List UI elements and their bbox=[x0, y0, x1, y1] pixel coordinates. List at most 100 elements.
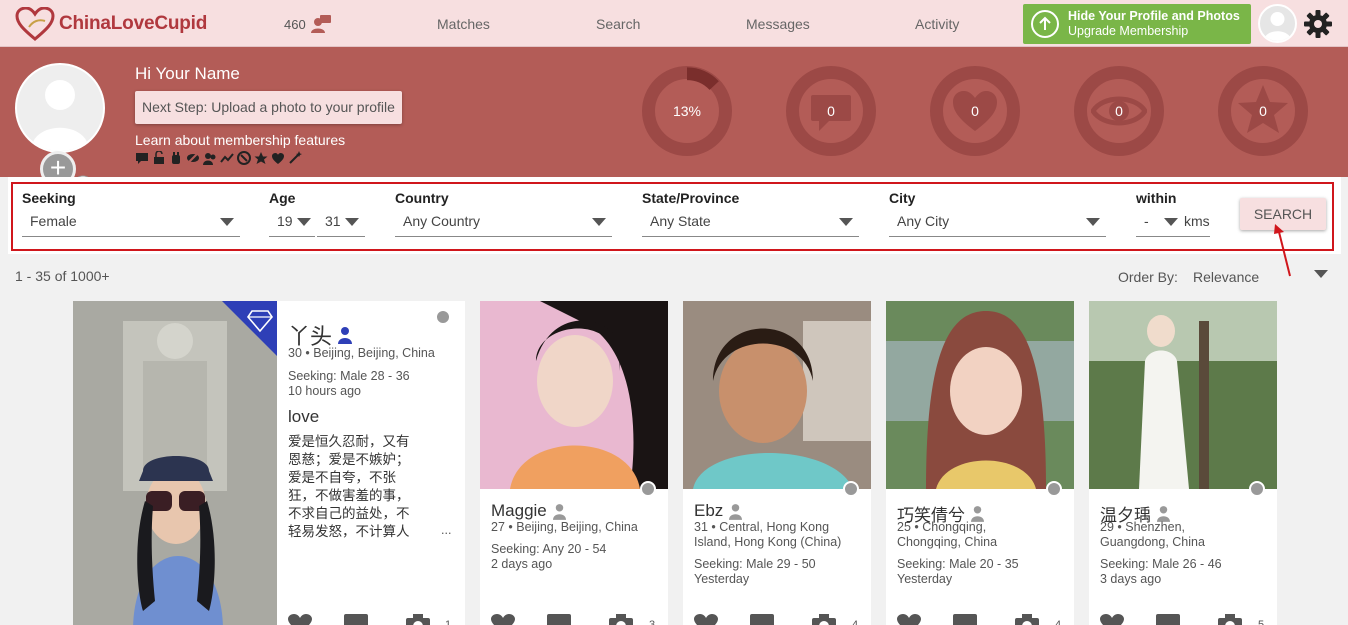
online-status-dot bbox=[1046, 481, 1062, 497]
nav-matches[interactable]: Matches bbox=[437, 16, 490, 32]
camera-icon[interactable] bbox=[811, 613, 837, 625]
profile-name[interactable]: Ebz bbox=[694, 501, 743, 521]
annotation-arrow bbox=[1274, 224, 1291, 277]
hearts-icon bbox=[271, 151, 285, 165]
views-ring[interactable]: 0 bbox=[1074, 66, 1164, 156]
user-verified-icon bbox=[338, 327, 353, 344]
profile-location-2: Chongqing, China bbox=[897, 535, 998, 549]
eye-off-icon bbox=[186, 151, 200, 165]
profile-photo[interactable] bbox=[886, 301, 1074, 489]
camera-icon[interactable] bbox=[405, 613, 431, 625]
my-avatar[interactable] bbox=[15, 63, 105, 153]
seeking-value: Female bbox=[30, 213, 77, 229]
seeking-select[interactable]: Female bbox=[22, 207, 240, 237]
profile-card[interactable]: 巧笑倩兮 25 • Chongqing, Chongqing, China Se… bbox=[886, 301, 1074, 625]
profile-photo[interactable] bbox=[1089, 301, 1277, 489]
user-silhouette-icon bbox=[31, 80, 89, 151]
order-by-label: Order By: bbox=[1118, 269, 1178, 285]
interest-ring[interactable]: 0 bbox=[1218, 66, 1308, 156]
completion-percent: 13% bbox=[672, 103, 702, 119]
interest-counter[interactable]: 460 bbox=[284, 14, 332, 34]
within-value: - bbox=[1144, 213, 1149, 229]
learn-membership-link[interactable]: Learn about membership features bbox=[135, 132, 345, 148]
profile-location: 27 • Beijing, Beijing, China bbox=[491, 520, 638, 534]
views-count: 0 bbox=[1115, 103, 1123, 119]
bio-line: 狂，不做害羞的事， bbox=[288, 488, 410, 503]
profile-photo[interactable] bbox=[683, 301, 871, 489]
heart-icon[interactable] bbox=[693, 613, 719, 625]
profile-last-active: Yesterday bbox=[897, 572, 953, 586]
messages-ring[interactable]: 0 bbox=[786, 66, 876, 156]
online-status-dot bbox=[843, 481, 859, 497]
order-by-select[interactable]: Relevance bbox=[1193, 269, 1259, 285]
feature-icons bbox=[135, 150, 302, 165]
unlock-icon bbox=[152, 150, 166, 165]
profile-avatar[interactable] bbox=[1258, 4, 1297, 43]
camera-icon[interactable] bbox=[1217, 613, 1243, 625]
users-icon bbox=[310, 15, 331, 33]
within-label: within bbox=[1136, 190, 1177, 206]
premium-ribbon bbox=[222, 301, 277, 356]
upgrade-button[interactable]: Hide Your Profile and Photos Upgrade Mem… bbox=[1023, 4, 1251, 44]
chevron-down-icon bbox=[297, 218, 311, 226]
profile-last-active: 3 days ago bbox=[1100, 572, 1162, 586]
favorites-ring[interactable]: 0 bbox=[930, 66, 1020, 156]
profile-card[interactable]: 温夕瑀 29 • Shenzhen, Guangdong, China Seek… bbox=[1089, 301, 1277, 625]
age-field: Age 19 31 bbox=[269, 190, 365, 237]
upgrade-title: Hide Your Profile and Photos bbox=[1068, 9, 1240, 23]
nav-activity[interactable]: Activity bbox=[915, 16, 959, 32]
photo-count: 3 bbox=[649, 619, 656, 625]
users-icon bbox=[203, 151, 217, 165]
profile-card[interactable]: Maggie 27 • Beijing, Beijing, China Seek… bbox=[480, 301, 668, 625]
profile-bio: 爱是恒久忍耐，又有 恩慈；爱是不嫉妒； 爱是不自夸，不张 狂，不做害羞的事， 不… bbox=[288, 433, 410, 541]
message-icon[interactable] bbox=[1155, 613, 1181, 625]
within-select[interactable]: - bbox=[1136, 207, 1180, 237]
photo-count: 5 bbox=[1258, 619, 1265, 625]
message-icon[interactable] bbox=[749, 613, 775, 625]
profile-hero: + Hi Your Name Next Step: Upload a photo… bbox=[0, 47, 1348, 197]
heart-icon[interactable] bbox=[490, 613, 516, 625]
profile-photo[interactable] bbox=[480, 301, 668, 489]
age-max-select[interactable]: 31 bbox=[317, 207, 365, 237]
profile-last-active: Yesterday bbox=[694, 572, 750, 586]
nav-search[interactable]: Search bbox=[596, 16, 640, 32]
city-select[interactable]: Any City bbox=[889, 207, 1106, 237]
message-icon[interactable] bbox=[343, 613, 369, 625]
profile-seeking: Seeking: Male 28 - 36 bbox=[288, 369, 410, 383]
state-select[interactable]: Any State bbox=[642, 207, 859, 237]
chevron-down-icon[interactable] bbox=[1314, 270, 1328, 278]
next-step-button[interactable]: Next Step: Upload a photo to your profil… bbox=[135, 91, 402, 124]
state-value: Any State bbox=[650, 213, 711, 229]
age-label: Age bbox=[269, 190, 296, 206]
profile-seeking: Seeking: Male 26 - 46 bbox=[1100, 557, 1222, 571]
block-icon bbox=[237, 151, 251, 165]
featured-profile-card[interactable]: 丫头 30 • Beijing, Beijing, China Seeking:… bbox=[73, 301, 465, 625]
star-icon bbox=[254, 151, 268, 165]
profile-headline: love bbox=[288, 407, 320, 426]
gear-icon[interactable] bbox=[1302, 8, 1334, 40]
camera-icon[interactable] bbox=[608, 613, 634, 625]
heart-icon[interactable] bbox=[896, 613, 922, 625]
message-icon[interactable] bbox=[952, 613, 978, 625]
logo[interactable]: ChinaLoveCupid bbox=[15, 7, 207, 41]
profile-completion-ring[interactable]: 13% bbox=[642, 66, 732, 156]
message-icon[interactable] bbox=[546, 613, 572, 625]
photo-count: 4 bbox=[852, 619, 859, 625]
heart-icon[interactable] bbox=[1099, 613, 1125, 625]
country-select[interactable]: Any Country bbox=[395, 207, 612, 237]
state-label: State/Province bbox=[642, 190, 740, 206]
bio-line: 不求自己的益处，不 bbox=[288, 506, 410, 521]
country-value: Any Country bbox=[403, 213, 481, 229]
heart-icon[interactable] bbox=[287, 613, 313, 625]
messages-count: 0 bbox=[827, 103, 835, 119]
bio-line: 恩慈；爱是不嫉妒； bbox=[288, 452, 410, 467]
chevron-down-icon bbox=[1164, 218, 1178, 226]
age-max-value: 31 bbox=[325, 213, 341, 229]
camera-icon[interactable] bbox=[1014, 613, 1040, 625]
nav-messages[interactable]: Messages bbox=[746, 16, 810, 32]
age-min-select[interactable]: 19 bbox=[269, 207, 315, 237]
profile-card[interactable]: Ebz 31 • Central, Hong Kong Island, Hong… bbox=[683, 301, 871, 625]
within-field: within - kms bbox=[1136, 190, 1210, 237]
country-field: Country Any Country bbox=[395, 190, 612, 237]
profile-name[interactable]: Maggie bbox=[491, 501, 566, 521]
